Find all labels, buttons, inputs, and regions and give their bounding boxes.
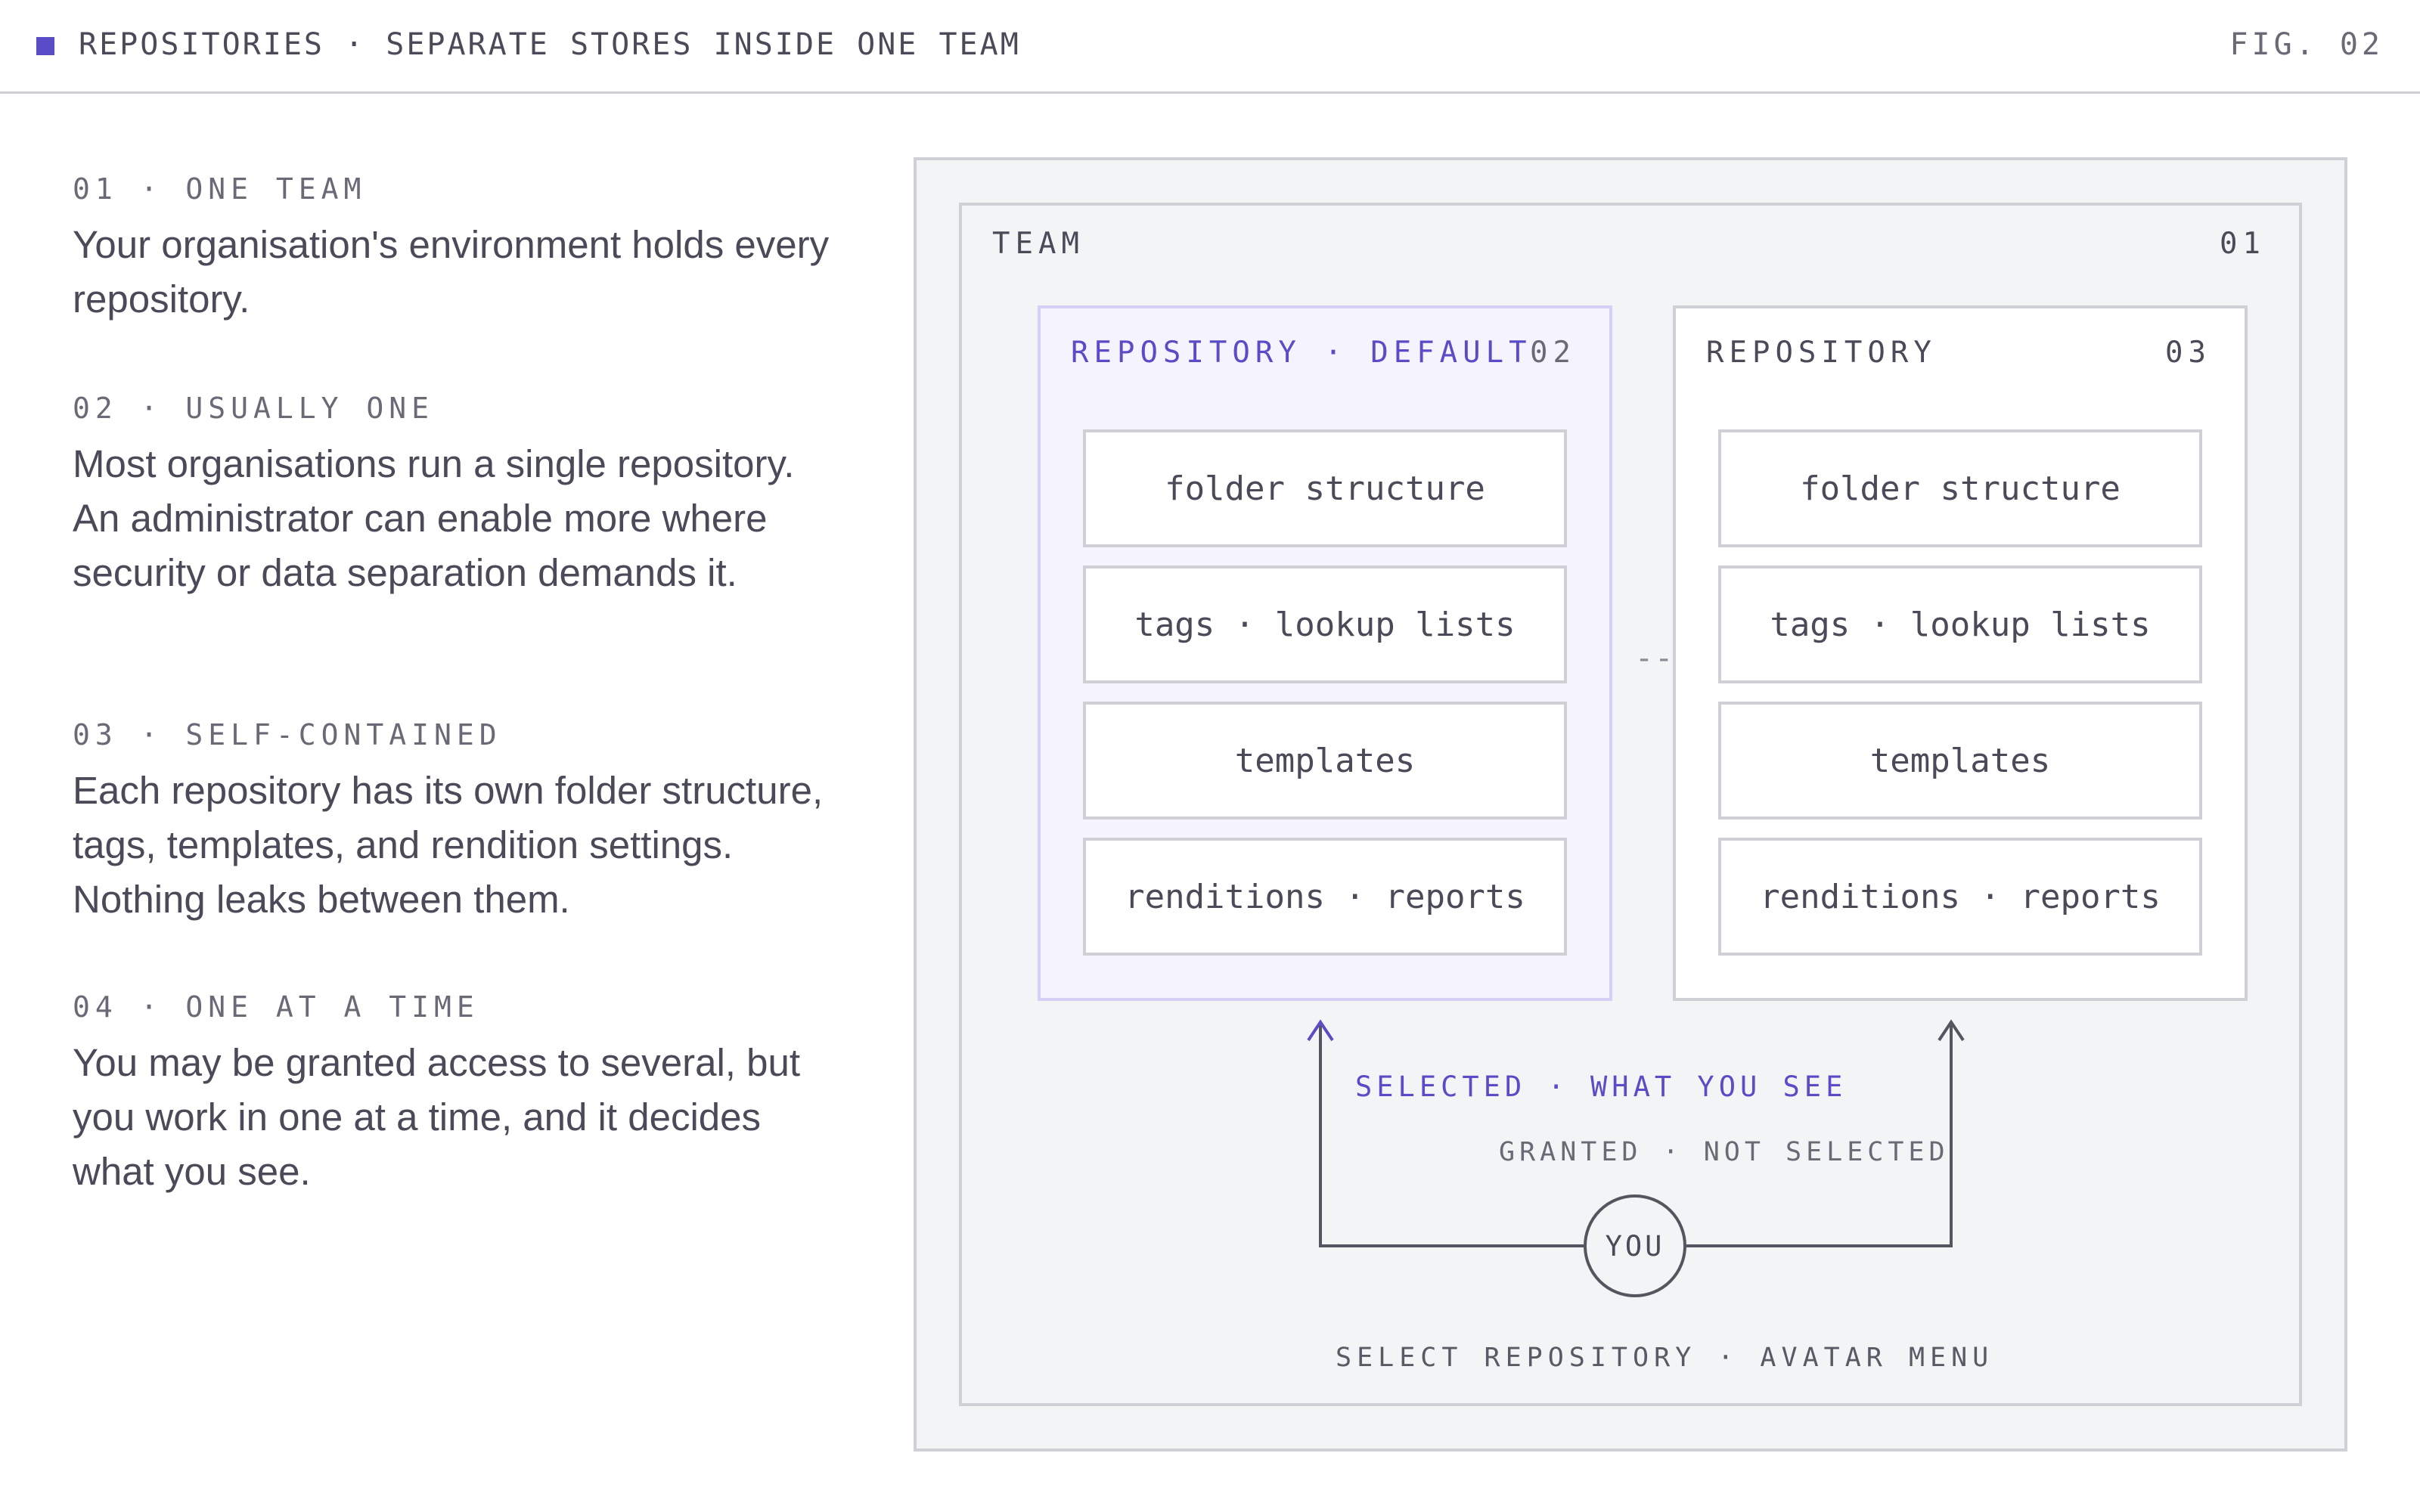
avatar[interactable]: YOU [1584,1194,1686,1297]
select-repository-caption: SELECT REPOSITORY · AVATAR MENU [1336,1343,1994,1373]
granted-arrow [1686,1025,1953,1247]
selected-label: SELECTED · WHAT YOU SEE [1355,1070,1848,1103]
selected-arrow [1319,1025,1584,1247]
connector-lines [1307,1019,1965,1247]
granted-label: GRANTED · NOT SELECTED [1499,1137,1950,1167]
